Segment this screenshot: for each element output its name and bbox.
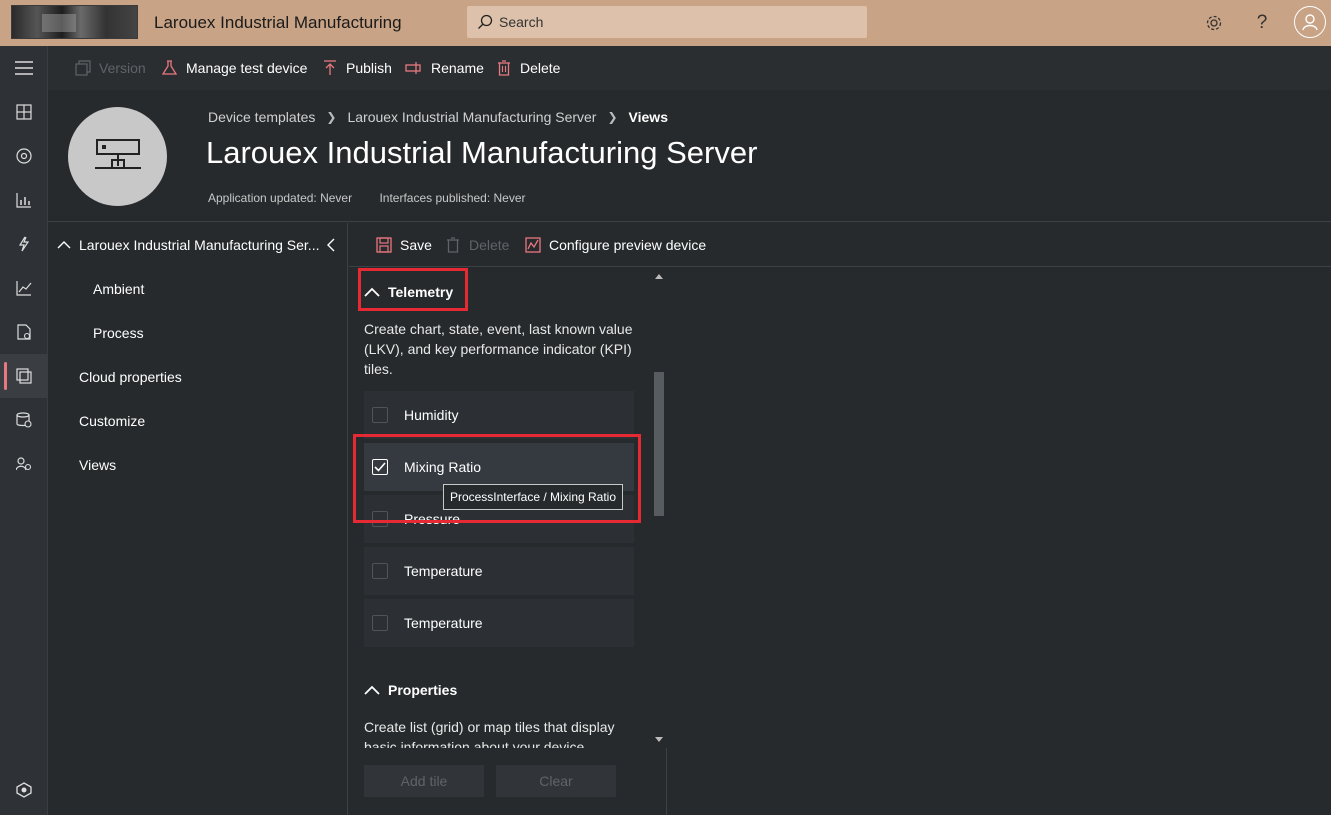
tile-delete-label: Delete <box>469 237 510 253</box>
trash-icon <box>447 237 459 253</box>
chevron-right-icon: ❯ <box>607 110 618 124</box>
server-icon <box>94 138 141 169</box>
charts-icon[interactable] <box>0 266 48 310</box>
save-button[interactable]: Save <box>376 223 432 267</box>
tree-root-label: Larouex Industrial Manufacturing Ser... <box>79 237 320 253</box>
configure-preview-label: Configure preview device <box>549 237 707 253</box>
delete-label: Delete <box>520 60 561 76</box>
page-header: Device templates ❯ Larouex Industrial Ma… <box>48 90 1331 222</box>
add-tile-button[interactable]: Add tile <box>364 765 484 797</box>
save-icon <box>376 237 392 253</box>
checkbox[interactable] <box>372 407 388 423</box>
tree-item-ambient[interactable]: Ambient <box>93 267 144 311</box>
tree-item-cloud-properties[interactable]: Cloud properties <box>79 355 182 399</box>
publish-meta: Application updated: Never Interfaces pu… <box>208 191 526 205</box>
app-logo[interactable] <box>11 5 138 39</box>
iot-central-icon[interactable] <box>0 768 48 812</box>
help-icon[interactable]: ? <box>1248 9 1276 37</box>
properties-title: Properties <box>388 682 458 698</box>
version-icon <box>75 60 91 76</box>
telemetry-item-humidity[interactable]: Humidity <box>364 391 634 439</box>
breadcrumb-device-templates[interactable]: Device templates <box>208 109 315 125</box>
top-bar: Larouex Industrial Manufacturing Search … <box>0 0 1331 46</box>
tree-item-process[interactable]: Process <box>93 311 144 355</box>
checkbox[interactable] <box>372 563 388 579</box>
publish-icon <box>324 60 336 75</box>
version-button[interactable]: Version <box>75 46 146 90</box>
rename-icon <box>405 62 421 74</box>
telemetry-description: Create chart, state, event, last known v… <box>364 321 633 377</box>
configure-preview-device-button[interactable]: Configure preview device <box>525 223 706 267</box>
device-templates-icon[interactable] <box>0 354 48 398</box>
preview-chart-icon <box>525 237 541 253</box>
chevron-up-icon[interactable] <box>57 238 71 252</box>
checkbox[interactable] <box>372 615 388 631</box>
rename-label: Rename <box>431 60 484 76</box>
chevron-up-icon <box>364 684 380 696</box>
tile-delete-button[interactable]: Delete <box>445 223 509 267</box>
tile-library-panel: Telemetry Create chart, state, event, la… <box>349 268 667 815</box>
tree-item-views[interactable]: Views <box>79 443 116 487</box>
tree-root-item[interactable]: Larouex Industrial Manufacturing Ser... <box>48 223 348 267</box>
clear-button[interactable]: Clear <box>496 765 616 797</box>
search-placeholder: Search <box>499 14 544 30</box>
devices-icon[interactable] <box>0 134 48 178</box>
breadcrumb-template[interactable]: Larouex Industrial Manufacturing Server <box>347 109 596 125</box>
search-icon <box>477 14 493 30</box>
telemetry-highlight <box>358 268 468 311</box>
chevron-right-icon: ❯ <box>326 110 337 124</box>
telemetry-item-temperature-2[interactable]: Temperature <box>364 599 634 647</box>
search-box[interactable]: Search <box>467 6 867 38</box>
trash-icon <box>498 60 510 76</box>
application-updated-text: Application updated: Never <box>208 191 353 205</box>
menu-icon[interactable] <box>0 46 48 90</box>
jobs-icon[interactable] <box>0 310 48 354</box>
breadcrumb: Device templates ❯ Larouex Industrial Ma… <box>208 109 668 125</box>
command-bar: Version Manage test device Publish Renam… <box>48 46 1331 90</box>
scroll-down-arrow-icon[interactable] <box>655 737 663 742</box>
telemetry-item-label: Temperature <box>404 563 483 579</box>
user-icon[interactable] <box>1294 6 1326 38</box>
analytics-icon[interactable] <box>0 178 48 222</box>
rename-button[interactable]: Rename <box>405 46 484 90</box>
properties-section-toggle[interactable]: Properties <box>364 675 457 705</box>
scroll-up-arrow-icon[interactable] <box>655 274 663 279</box>
collapse-pane-icon[interactable] <box>325 237 337 253</box>
page-title: Larouex Industrial Manufacturing Server <box>206 135 758 170</box>
delete-button[interactable]: Delete <box>496 46 560 90</box>
publish-label: Publish <box>346 60 392 76</box>
properties-description-clip: Create list (grid) or map tiles that dis… <box>349 717 651 748</box>
save-label: Save <box>400 237 432 253</box>
publish-button[interactable]: Publish <box>322 46 392 90</box>
dashboard-icon[interactable] <box>0 90 48 134</box>
telemetry-item-label: Humidity <box>404 407 459 423</box>
flask-icon <box>162 60 178 75</box>
device-template-avatar <box>68 107 167 206</box>
version-label: Version <box>99 60 146 76</box>
template-tree: Larouex Industrial Manufacturing Ser... … <box>48 223 348 815</box>
editor-toolbar: Save Delete Configure preview device <box>349 223 1331 267</box>
tree-item-customize[interactable]: Customize <box>79 399 145 443</box>
telemetry-item-label: Temperature <box>404 615 483 631</box>
library-scrollbar[interactable] <box>651 268 667 748</box>
manage-test-device-label: Manage test device <box>186 60 308 76</box>
rules-icon[interactable] <box>0 222 48 266</box>
tooltip: ProcessInterface / Mixing Ratio <box>443 484 623 510</box>
administration-icon[interactable] <box>0 442 48 486</box>
manage-test-device-button[interactable]: Manage test device <box>162 46 307 90</box>
interfaces-published-text: Interfaces published: Never <box>379 191 526 205</box>
left-nav-rail <box>0 46 48 815</box>
data-export-icon[interactable] <box>0 398 48 442</box>
telemetry-item-temperature[interactable]: Temperature <box>364 547 634 595</box>
views-canvas[interactable] <box>668 268 1331 815</box>
settings-icon[interactable] <box>1200 9 1228 37</box>
scroll-thumb[interactable] <box>654 372 664 516</box>
breadcrumb-current: Views <box>628 109 668 125</box>
properties-description: Create list (grid) or map tiles that dis… <box>364 719 615 748</box>
app-title: Larouex Industrial Manufacturing <box>154 13 402 32</box>
